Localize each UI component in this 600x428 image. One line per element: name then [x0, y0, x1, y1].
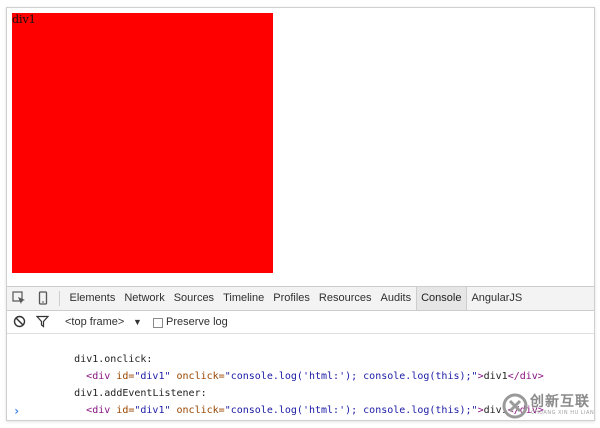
html-attr-name: onclick= [176, 405, 225, 416]
browser-window: div1 Elements Network Sources Timeline P… [6, 7, 595, 421]
devtools-tabbar: Elements Network Sources Timeline Profil… [7, 287, 594, 311]
tab-profiles[interactable]: Profiles [269, 287, 315, 310]
watermark: 创新互联 CHUANG XIN HU LIAN [500, 388, 600, 424]
device-mode-icon[interactable] [36, 291, 50, 305]
chevron-down-icon[interactable]: ▼ [133, 315, 142, 329]
watermark-logo-icon [502, 393, 528, 423]
inspect-element-icon[interactable] [12, 291, 26, 305]
tab-sources[interactable]: Sources [169, 287, 218, 310]
devtools-tabs: Elements Network Sources Timeline Profil… [65, 287, 527, 310]
tab-resources[interactable]: Resources [314, 287, 376, 310]
console-toolbar: <top frame> ▼ Preserve log [7, 311, 594, 334]
page-viewport: div1 [7, 8, 594, 286]
preserve-log-checkbox[interactable] [153, 318, 163, 328]
html-text: div1 [483, 371, 508, 382]
console-element-line[interactable]: <div id="div1" onclick="console.log('htm… [38, 387, 544, 416]
preserve-log-label[interactable]: Preserve log [166, 315, 228, 329]
html-open-tag: <div [86, 405, 111, 416]
console-prompt-icon[interactable]: › [13, 404, 20, 418]
div1-box[interactable]: div1 [12, 13, 273, 273]
watermark-text: 创新互联 [530, 394, 590, 410]
watermark-subtext: CHUANG XIN HU LIAN [531, 410, 595, 416]
tab-elements[interactable]: Elements [65, 287, 120, 310]
html-attr-value: "console.log('html:'); console.log(this)… [224, 371, 478, 382]
html-attr-name: id= [116, 405, 135, 416]
html-attr-value: "console.log('html:'); console.log(this)… [224, 405, 478, 416]
console-element-line[interactable]: <div id="div1" onclick="console.log('htm… [38, 353, 544, 382]
html-close-tag: </div> [507, 371, 544, 382]
tab-timeline[interactable]: Timeline [219, 287, 269, 310]
tab-angularjs[interactable]: AngularJS [467, 287, 527, 310]
tab-console[interactable]: Console [415, 287, 467, 310]
filter-icon[interactable] [35, 315, 50, 331]
console-line: div1.addEventListener: [26, 370, 206, 399]
frame-select[interactable]: <top frame> [65, 315, 124, 329]
tab-audits[interactable]: Audits [376, 287, 416, 310]
clear-console-icon[interactable] [13, 315, 26, 331]
tab-network[interactable]: Network [120, 287, 169, 310]
toolbar-separator [59, 291, 60, 306]
console-line: div1.onclick: [26, 336, 152, 365]
html-attr-value: "div1" [134, 405, 171, 416]
